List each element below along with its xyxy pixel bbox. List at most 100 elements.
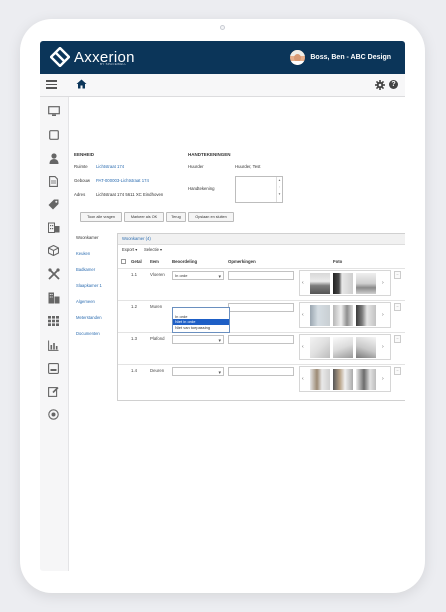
document-icon[interactable]: [47, 175, 60, 188]
terug-button[interactable]: Terug: [166, 212, 186, 222]
room-photo[interactable]: [333, 369, 353, 390]
select-all-checkbox[interactable]: [121, 259, 126, 264]
grid-icon[interactable]: [47, 314, 60, 327]
office-building-icon[interactable]: [47, 291, 60, 304]
table-row: 1.3 Plafond ▾ ‹ › –: [118, 332, 405, 365]
row-item: Muren: [150, 304, 163, 309]
column-opmerkingen: Opmerkingen: [228, 259, 256, 264]
monitor-icon[interactable]: [47, 105, 60, 118]
hamburger-menu-icon[interactable]: [46, 80, 57, 89]
row-item: Plafond: [150, 336, 165, 341]
opmerkingen-input[interactable]: [228, 271, 294, 280]
chevron-right-icon[interactable]: ›: [382, 344, 384, 350]
remove-photo-icon[interactable]: –: [394, 271, 401, 279]
hdd-icon[interactable]: [47, 362, 60, 375]
tools-icon[interactable]: [47, 267, 60, 280]
room-photo[interactable]: [310, 305, 330, 326]
handtekening-label: Handtekening: [188, 186, 215, 191]
huurder-value: Huurder, Test: [235, 164, 261, 169]
column-beoordeling: Beoordeling: [172, 259, 198, 264]
remove-photo-icon[interactable]: –: [394, 367, 401, 375]
chevron-right-icon[interactable]: ›: [382, 376, 384, 382]
room-photo[interactable]: [356, 273, 376, 294]
ruimte-link[interactable]: Lichtstraat 174: [96, 164, 124, 169]
ruimte-label: Ruimte: [74, 164, 88, 169]
tab-algemeen[interactable]: Algemeen: [72, 297, 118, 307]
left-icon-bar: [40, 97, 69, 571]
avatar: [290, 50, 306, 65]
chevron-left-icon[interactable]: ‹: [302, 376, 304, 382]
chevron-left-icon[interactable]: ‹: [302, 344, 304, 350]
chevron-down-icon: ▾: [218, 370, 221, 376]
gear-icon[interactable]: [375, 80, 385, 90]
opmerkingen-input[interactable]: [228, 303, 294, 312]
tab-documenten[interactable]: Documenten: [72, 329, 118, 339]
markeer-als-ok-button[interactable]: Markeer als OK: [124, 212, 164, 222]
room-photo[interactable]: [356, 337, 376, 358]
opmerkingen-input[interactable]: [228, 367, 294, 376]
chevron-left-icon[interactable]: ‹: [302, 280, 304, 286]
table-row: 1.2 Muren ‹ › –: [118, 300, 405, 333]
tab-meterstanden[interactable]: Meterstanden: [72, 313, 118, 323]
home-icon[interactable]: [76, 79, 87, 89]
tag-icon[interactable]: [47, 198, 60, 211]
user-icon[interactable]: [47, 152, 60, 165]
inspection-panel: Woonkamer (4) Export ▾ Selectie ▾ Getal …: [117, 233, 405, 401]
beoordeling-select[interactable]: In orde ▾: [172, 271, 224, 280]
adres-label: Adres: [74, 192, 86, 197]
table-row: 1.1 Vloeren In orde ▾ ‹ › –: [118, 268, 405, 301]
opslaan-en-sluiten-button[interactable]: Opslaan en sluiten: [188, 212, 234, 222]
selectie-menu[interactable]: Selectie ▾: [144, 247, 162, 252]
room-photo[interactable]: [333, 305, 353, 326]
remove-photo-icon[interactable]: –: [394, 303, 401, 311]
photo-gallery: ‹ ›: [299, 302, 391, 328]
tab-badkamer[interactable]: Badkamer: [72, 265, 118, 275]
column-foto: Foto: [333, 259, 343, 264]
beoordeling-select[interactable]: ▾: [172, 335, 224, 344]
chevron-left-icon[interactable]: ‹: [302, 312, 304, 318]
photo-gallery: ‹ ›: [299, 334, 391, 360]
column-item: Item: [150, 259, 159, 264]
buildings-icon[interactable]: [47, 221, 60, 234]
checkbox-square-icon[interactable]: [47, 128, 60, 141]
huurder-label: Huurder: [188, 164, 204, 169]
room-photo[interactable]: [333, 273, 353, 294]
user-menu[interactable]: Boss, Ben - ABC Design: [290, 50, 391, 65]
opmerkingen-input[interactable]: [228, 335, 294, 344]
row-getal: 1.3: [131, 336, 137, 341]
chevron-right-icon[interactable]: ›: [382, 280, 384, 286]
room-photo[interactable]: [356, 369, 376, 390]
tab-keuken[interactable]: Keuken: [72, 249, 118, 259]
remove-photo-icon[interactable]: –: [394, 335, 401, 343]
chevron-down-icon: ▾: [218, 338, 221, 344]
app-screen: Axxerion BY SPACEWELL Boss, Ben - ABC De…: [40, 41, 405, 571]
room-photo[interactable]: [310, 337, 330, 358]
export-menu[interactable]: Export ▾: [122, 247, 137, 252]
cube-icon[interactable]: [47, 244, 60, 257]
tab-woonkamer[interactable]: Woonkamer: [72, 233, 118, 243]
signature-field[interactable]: ▴ ◦ ▾: [235, 176, 283, 203]
row-item: Deuren: [150, 368, 165, 373]
toon-alle-vragen-button[interactable]: Toon alle vragen: [80, 212, 122, 222]
dropdown-option-niet-van-toepassing[interactable]: Niet van toepassing: [173, 325, 229, 331]
signature-field-scroll[interactable]: ▴ ◦ ▾: [276, 177, 282, 202]
panel-title: Woonkamer (4): [122, 236, 151, 241]
room-photo[interactable]: [310, 273, 330, 294]
edit-icon[interactable]: [47, 385, 60, 398]
user-name: Boss, Ben - ABC Design: [310, 54, 391, 61]
help-icon[interactable]: ?: [389, 80, 398, 89]
gebouw-label: Gebouw: [74, 178, 91, 183]
row-item: Vloeren: [150, 272, 165, 277]
room-photo[interactable]: [333, 337, 353, 358]
bar-chart-icon[interactable]: [47, 339, 60, 352]
circle-dot-icon[interactable]: [47, 408, 60, 421]
room-photo[interactable]: [310, 369, 330, 390]
chevron-right-icon[interactable]: ›: [382, 312, 384, 318]
beoordeling-select[interactable]: ▾: [172, 367, 224, 376]
row-getal: 1.1: [131, 272, 137, 277]
room-photo[interactable]: [356, 305, 376, 326]
beoordeling-dropdown-open[interactable]: In orde Niet in orde Niet van toepassing: [172, 307, 230, 333]
table-row: 1.4 Deuren ▾ ‹ › –: [118, 364, 405, 397]
gebouw-link[interactable]: PAT-000003-Lichtstraat 174: [96, 178, 149, 183]
tab-slaapkamer-1[interactable]: Slaapkamer 1: [72, 281, 118, 291]
